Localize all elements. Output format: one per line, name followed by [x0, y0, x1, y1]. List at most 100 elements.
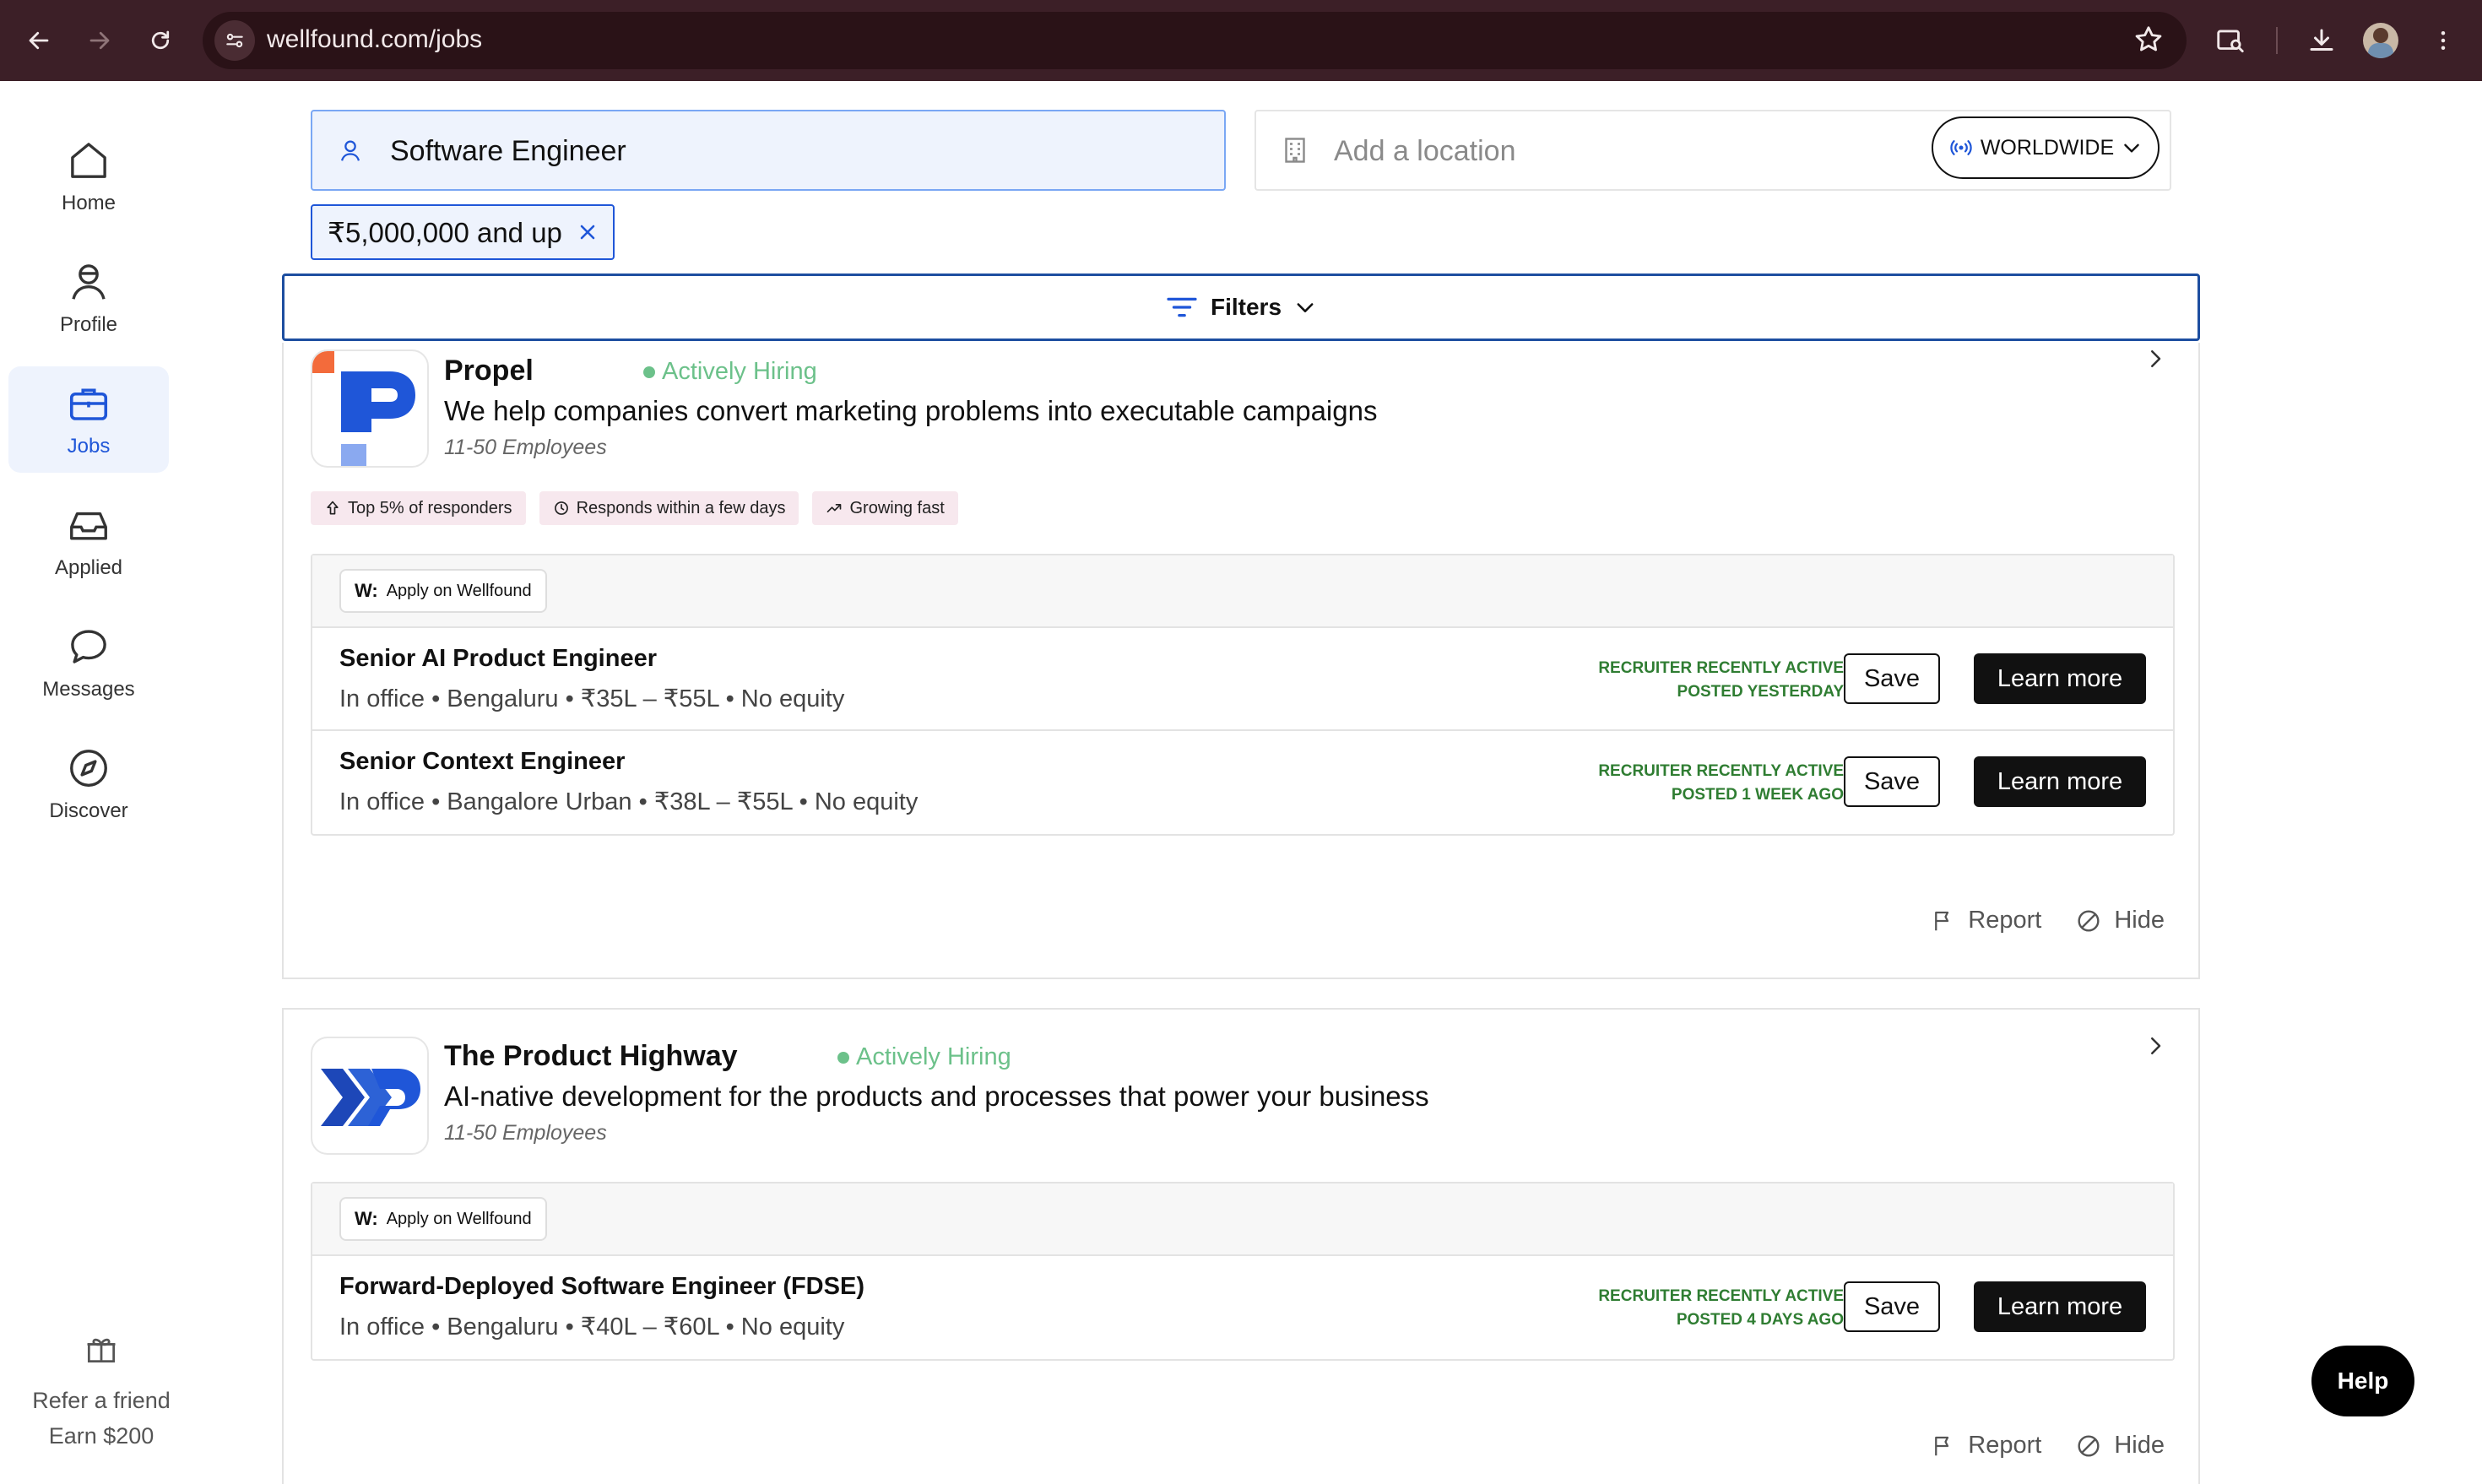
main-content: Software Engineer Add a location WORLDWI… [177, 81, 2482, 1484]
trend-up-icon [827, 504, 842, 512]
report-button[interactable]: Report [1931, 1432, 2041, 1460]
reload-button[interactable] [140, 20, 181, 61]
hiring-label: Actively Hiring [856, 1043, 1011, 1070]
job-details: In office • Bengaluru • ₹35L – ₹55L • No… [339, 685, 845, 712]
wellfound-logo-icon: W: [355, 580, 378, 601]
arrow-up-icon [327, 501, 339, 515]
learn-more-button[interactable]: Learn more [1974, 756, 2146, 807]
job-title[interactable]: Senior AI Product Engineer [339, 645, 657, 673]
block-icon [2078, 1434, 2100, 1457]
location-input[interactable]: Add a location WORLDWIDE [1255, 110, 2171, 191]
profile-avatar[interactable] [2359, 19, 2403, 62]
status-dot [837, 1051, 849, 1064]
card-actions: Report Hide [1931, 1432, 2165, 1460]
browser-toolbar: wellfound.com/jobs [0, 0, 2482, 81]
chevron-right-icon[interactable] [2143, 346, 2168, 371]
save-button[interactable]: Save [1844, 1281, 1940, 1332]
refer-a-friend[interactable]: Refer a friend Earn $200 [0, 1330, 203, 1454]
job-row[interactable]: Senior AI Product Engineer In office • B… [312, 628, 2173, 731]
briefcase-icon [69, 388, 108, 420]
save-button[interactable]: Save [1844, 653, 1940, 704]
sidebar-item-label: Discover [49, 799, 128, 822]
reload-icon [151, 30, 170, 50]
sidebar-item-applied[interactable]: Applied [8, 488, 169, 594]
learn-more-button[interactable]: Learn more [1974, 653, 2146, 704]
company-tagline: AI-native development for the products a… [444, 1081, 1429, 1112]
company-tagline: We help companies convert marketing prob… [444, 395, 1378, 426]
job-status: RECRUITER RECENTLY ACTIVE POSTED YESTERD… [1598, 659, 1844, 701]
chevron-down-icon [2124, 144, 2139, 153]
forward-button[interactable] [79, 20, 120, 61]
toolbar-divider [2276, 27, 2278, 54]
bookmark-star-icon[interactable] [2132, 24, 2165, 60]
badge-responds-fast: Responds within a few days [539, 491, 799, 525]
job-listings-header: W: Apply on Wellfound [312, 555, 2173, 628]
save-button[interactable]: Save [1844, 756, 1940, 807]
hide-button[interactable]: Hide [2075, 907, 2165, 934]
role-search-input[interactable]: Software Engineer [311, 110, 1226, 191]
salary-filter-chip[interactable]: ₹5,000,000 and up [311, 204, 615, 260]
sidebar-item-discover[interactable]: Discover [8, 731, 169, 837]
sidebar-item-label: Jobs [67, 435, 111, 458]
badge-top-responder: Top 5% of responders [311, 491, 526, 525]
job-status: RECRUITER RECENTLY ACTIVE POSTED 1 WEEK … [1598, 762, 1844, 804]
block-icon [2078, 909, 2100, 932]
sidebar-item-jobs[interactable]: Jobs [8, 366, 169, 473]
job-title[interactable]: Senior Context Engineer [339, 748, 625, 776]
role-search-value: Software Engineer [390, 135, 626, 167]
card-actions: Report Hide [1931, 907, 2165, 934]
close-icon[interactable] [577, 222, 598, 242]
company-size: 11-50 Employees [444, 1121, 607, 1145]
address-bar[interactable]: wellfound.com/jobs [203, 12, 2187, 69]
flag-icon [1935, 1436, 1949, 1455]
filters-button[interactable]: Filters [282, 274, 2200, 341]
building-icon [1285, 138, 1305, 163]
forward-arrow-icon [89, 31, 110, 50]
sidebar-item-home[interactable]: Home [8, 123, 169, 230]
company-size: 11-50 Employees [444, 436, 607, 459]
flag-icon [1935, 911, 1949, 930]
chevron-right-icon[interactable] [2143, 1033, 2168, 1059]
history-icon [554, 501, 568, 515]
learn-more-button[interactable]: Learn more [1974, 1281, 2146, 1332]
location-placeholder: Add a location [1334, 135, 1516, 167]
job-title[interactable]: Forward-Deployed Software Engineer (FDSE… [339, 1273, 864, 1301]
refer-label: Refer a friend [32, 1388, 171, 1413]
avatar-image [2363, 23, 2398, 58]
sidebar: Home Profile Jobs Applied Messages Disco… [0, 81, 177, 1484]
back-button[interactable] [19, 20, 59, 61]
worldwide-dropdown[interactable]: WORLDWIDE [1932, 116, 2160, 179]
report-button[interactable]: Report [1931, 907, 2041, 934]
product-highway-logo[interactable] [311, 1037, 429, 1155]
filter-lines-icon [1167, 297, 1197, 317]
sidebar-item-profile[interactable]: Profile [8, 245, 169, 351]
company-name[interactable]: The Product Highway [444, 1040, 738, 1073]
hide-button[interactable]: Hide [2075, 1432, 2165, 1460]
download-icon[interactable] [2300, 19, 2344, 62]
person-icon [340, 140, 360, 161]
job-row[interactable]: Senior Context Engineer In office • Bang… [312, 731, 2173, 834]
sidebar-item-label: Home [61, 192, 117, 214]
sidebar-item-label: Profile [59, 313, 118, 336]
site-settings-icon[interactable] [214, 20, 255, 61]
url-text[interactable]: wellfound.com/jobs [267, 25, 482, 54]
job-row[interactable]: Forward-Deployed Software Engineer (FDSE… [312, 1256, 2173, 1359]
sidebar-item-messages[interactable]: Messages [8, 609, 169, 716]
company-name[interactable]: Propel [444, 355, 534, 387]
salary-chip-label: ₹5,000,000 and up [328, 216, 562, 248]
refer-reward: Earn $200 [48, 1423, 154, 1449]
propel-logo[interactable] [311, 349, 429, 468]
chevron-down-icon [1297, 303, 1314, 312]
apply-on-wellfound-badge: W: Apply on Wellfound [339, 1197, 547, 1241]
lens-search-icon[interactable] [2208, 19, 2252, 62]
job-details: In office • Bangalore Urban • ₹38L – ₹55… [339, 788, 919, 815]
actively-hiring-status: Actively Hiring [837, 1043, 1011, 1071]
profile-icon [72, 264, 106, 300]
job-listings: W: Apply on Wellfound Senior AI Product … [311, 554, 2175, 836]
browser-menu-icon[interactable] [2421, 19, 2465, 62]
actively-hiring-status: Actively Hiring [643, 358, 817, 386]
help-button[interactable]: Help [2311, 1346, 2414, 1416]
apply-on-wellfound-badge: W: Apply on Wellfound [339, 569, 547, 613]
status-dot [643, 366, 655, 378]
inbox-icon [70, 512, 107, 540]
